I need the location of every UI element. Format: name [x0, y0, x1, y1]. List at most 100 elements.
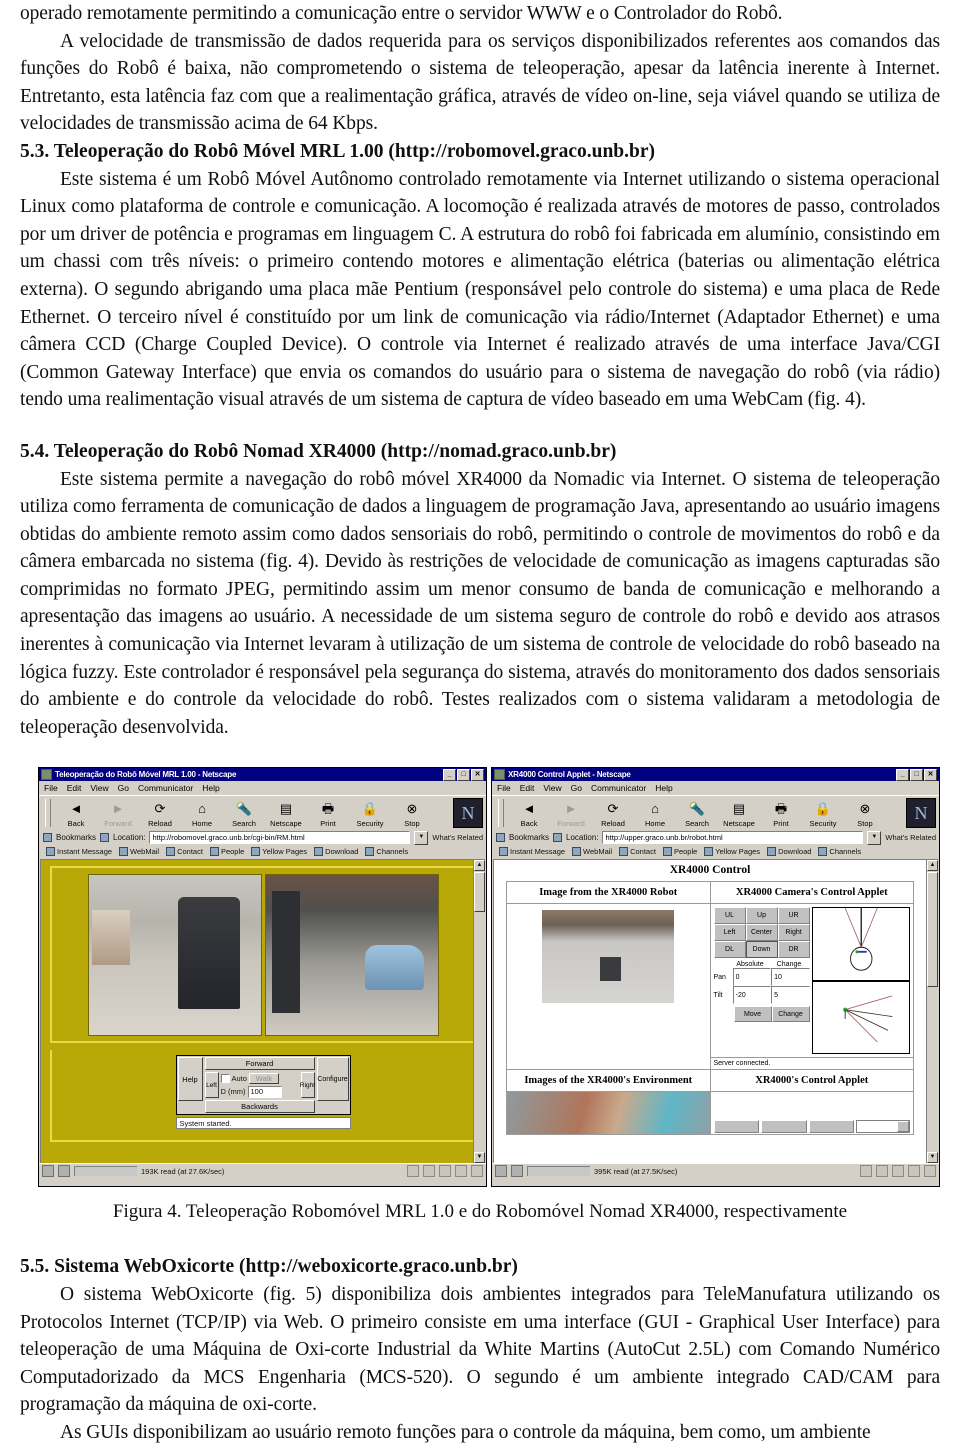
pt-yellow-pages[interactable]: Yellow Pages: [251, 847, 307, 857]
auto-checkbox[interactable]: [220, 1074, 230, 1084]
security-button[interactable]: 🔒 Security: [802, 800, 844, 828]
forward-button[interactable]: ► Forward: [550, 800, 592, 828]
menu-file[interactable]: File: [44, 783, 58, 793]
pad-center-button[interactable]: Center: [745, 924, 778, 942]
menu-edit[interactable]: Edit: [520, 783, 535, 793]
chevron-down-icon[interactable]: [897, 1121, 909, 1133]
security-lock-icon[interactable]: [495, 1165, 507, 1178]
location-input[interactable]: http://upper.graco.unb.br/robot.html: [602, 831, 864, 845]
distance-input[interactable]: 100: [247, 1085, 282, 1098]
navigator-icon[interactable]: [407, 1165, 419, 1178]
scrollbar-thumb[interactable]: [474, 872, 485, 913]
bookmarks-label[interactable]: Bookmarks: [56, 833, 96, 842]
maximize-button[interactable]: □: [910, 768, 923, 781]
camera-control-applet[interactable]: UL Up UR Left Center Right DL Down DR Ab…: [711, 904, 914, 1057]
close-button[interactable]: ✕: [924, 768, 937, 781]
personal-toolbar-xr4000[interactable]: Instant Message WebMail Contact People Y…: [492, 845, 939, 859]
back-button[interactable]: ◄ Back: [508, 800, 550, 828]
menu-communicator[interactable]: Communicator: [138, 783, 193, 793]
menu-help[interactable]: Help: [655, 783, 672, 793]
direction-pad[interactable]: UL Up UR Left Center Right DL Down DR Ab…: [713, 907, 810, 1054]
chevron-down-icon[interactable]: ▼: [414, 830, 429, 845]
pad-right-button[interactable]: Right: [777, 924, 810, 942]
pad-up-button[interactable]: Up: [745, 907, 778, 925]
mini-button-1[interactable]: [713, 1120, 759, 1134]
pad-ur-button[interactable]: UR: [777, 907, 810, 925]
scroll-up-icon[interactable]: ▲: [474, 860, 485, 872]
statusbar-icons[interactable]: [860, 1165, 936, 1178]
location-bar-mrl[interactable]: Bookmarks Location: http://robomovel.gra…: [39, 830, 486, 846]
bookmarks-label[interactable]: Bookmarks: [509, 833, 549, 842]
print-button[interactable]: 🖶 Print: [760, 800, 802, 828]
netscape-button[interactable]: ▤ Netscape: [265, 800, 307, 828]
maximize-button[interactable]: □: [457, 768, 470, 781]
navigator-icon[interactable]: [860, 1165, 872, 1178]
personal-toolbar-mrl[interactable]: Instant Message WebMail Contact People Y…: [39, 845, 486, 859]
pad-dl-button[interactable]: DL: [713, 941, 746, 959]
netscape-logo-icon[interactable]: N: [906, 798, 936, 829]
pan-absolute-input[interactable]: 0: [732, 968, 772, 987]
mailbox-icon[interactable]: [423, 1165, 435, 1178]
pt-webmail[interactable]: WebMail: [572, 847, 612, 857]
composer-icon[interactable]: [924, 1165, 936, 1178]
speed-select[interactable]: [856, 1120, 910, 1134]
menu-go[interactable]: Go: [571, 783, 582, 793]
pt-instant-message[interactable]: Instant Message: [46, 847, 112, 857]
pt-contact[interactable]: Contact: [619, 847, 656, 857]
menubar-xr4000[interactable]: File Edit View Go Communicator Help: [492, 781, 939, 796]
whats-related-button[interactable]: What's Related: [432, 833, 486, 842]
netscape-logo-icon[interactable]: N: [453, 798, 483, 829]
stop-button[interactable]: ⊗ Stop: [844, 800, 886, 828]
browser-window-mrl[interactable]: Teleoperação do Robô Móvel MRL 1.00 - Ne…: [38, 767, 487, 1188]
pad-dr-button[interactable]: DR: [777, 941, 810, 959]
menu-go[interactable]: Go: [118, 783, 129, 793]
pt-download[interactable]: Download: [314, 847, 358, 857]
navigation-control-panel[interactable]: Help Forward Left Auto Walk D (mm) 100 R…: [175, 1055, 351, 1116]
forward-button[interactable]: ► Forward: [97, 800, 139, 828]
stop-button[interactable]: ⊗ Stop: [391, 800, 433, 828]
right-move-button[interactable]: Right: [300, 1072, 315, 1099]
menu-view[interactable]: View: [90, 783, 108, 793]
vertical-scrollbar-mrl[interactable]: ▲ ▼: [473, 860, 485, 1164]
location-bar-xr4000[interactable]: Bookmarks Location: http://upper.graco.u…: [492, 830, 939, 846]
menu-help[interactable]: Help: [202, 783, 219, 793]
newsgroup-icon[interactable]: [439, 1165, 451, 1178]
menu-edit[interactable]: Edit: [67, 783, 82, 793]
home-button[interactable]: ⌂ Home: [634, 800, 676, 828]
window-buttons-mrl[interactable]: _ □ ✕: [443, 768, 484, 781]
reload-button[interactable]: ⟳ Reload: [139, 800, 181, 828]
netscape-button[interactable]: ▤ Netscape: [718, 800, 760, 828]
toolbar-grip[interactable]: [498, 799, 504, 828]
addressbook-icon[interactable]: [908, 1165, 920, 1178]
back-button[interactable]: ◄ Back: [55, 800, 97, 828]
whats-related-button[interactable]: What's Related: [885, 833, 939, 842]
pad-left-button[interactable]: Left: [713, 924, 746, 942]
minimize-button[interactable]: _: [443, 768, 456, 781]
browser-window-xr4000[interactable]: XR4000 Control Applet - Netscape _ □ ✕ F…: [491, 767, 940, 1188]
bookmark-icon[interactable]: [43, 833, 52, 843]
close-button[interactable]: ✕: [471, 768, 484, 781]
location-input[interactable]: http://robomovel.graco.unb.br/cgi-bin/RM…: [149, 831, 411, 845]
pt-people[interactable]: People: [662, 847, 697, 857]
pt-download[interactable]: Download: [767, 847, 811, 857]
robot-control-applet[interactable]: [711, 1116, 914, 1134]
left-move-button[interactable]: Left: [204, 1072, 219, 1099]
pan-change-input[interactable]: 10: [771, 968, 810, 987]
pt-contact[interactable]: Contact: [166, 847, 203, 857]
tilt-change-input[interactable]: 5: [771, 986, 810, 1005]
navigation-toolbar-xr4000[interactable]: ◄ Back ► Forward ⟳ Reload ⌂ Home 🔦 Searc…: [492, 795, 939, 831]
configure-button[interactable]: Configure: [316, 1057, 349, 1102]
home-button[interactable]: ⌂ Home: [181, 800, 223, 828]
menu-file[interactable]: File: [497, 783, 511, 793]
addressbook-icon[interactable]: [455, 1165, 467, 1178]
menu-communicator[interactable]: Communicator: [591, 783, 646, 793]
backwards-move-button[interactable]: Backwards: [204, 1100, 315, 1114]
reload-button[interactable]: ⟳ Reload: [592, 800, 634, 828]
mailbox-icon[interactable]: [876, 1165, 888, 1178]
menu-view[interactable]: View: [543, 783, 561, 793]
print-button[interactable]: 🖶 Print: [307, 800, 349, 828]
composer-icon[interactable]: [471, 1165, 483, 1178]
mini-button-2[interactable]: [761, 1120, 807, 1134]
security-lock-icon[interactable]: [42, 1165, 54, 1178]
window-buttons-xr4000[interactable]: _ □ ✕: [896, 768, 937, 781]
